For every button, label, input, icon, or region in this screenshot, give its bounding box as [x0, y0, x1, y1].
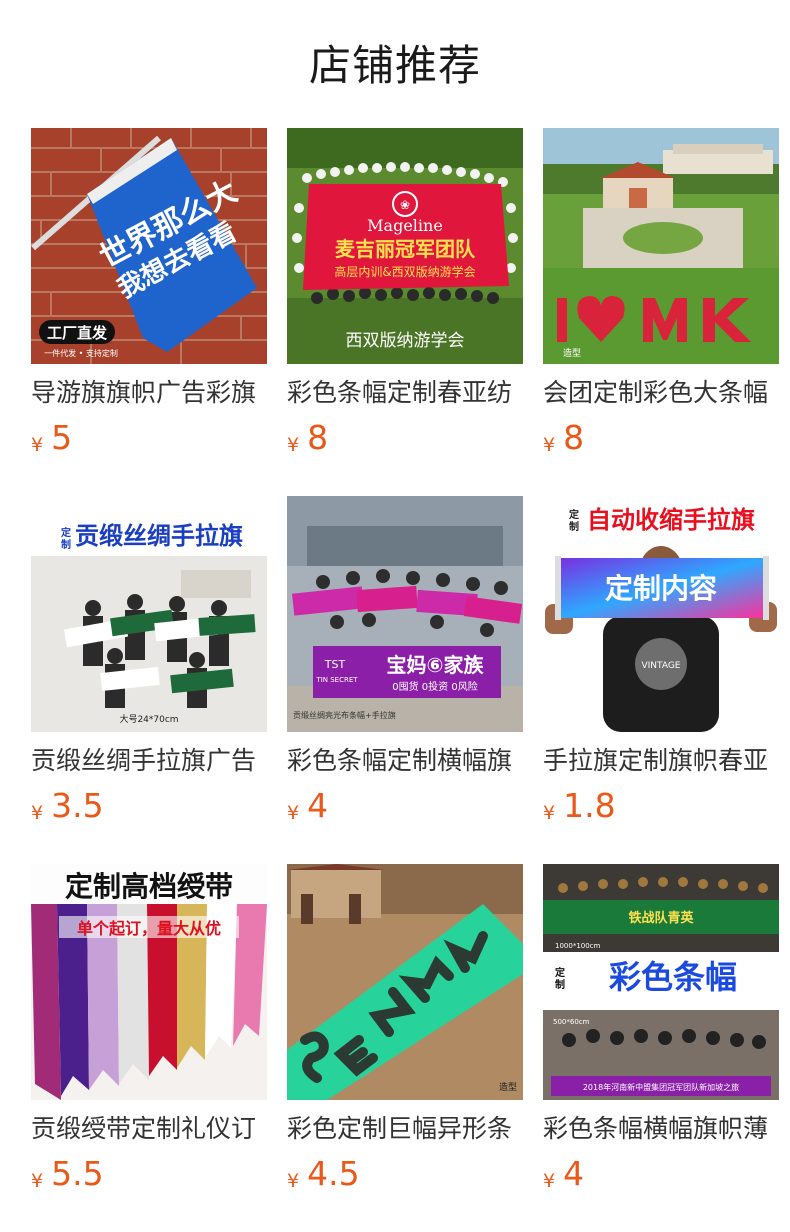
svg-text:定制内容: 定制内容 — [605, 572, 717, 605]
svg-text:高层内训&西双版纳游学会: 高层内训&西双版纳游学会 — [334, 264, 475, 279]
product-name[interactable]: 会团定制彩色大条幅 — [543, 375, 779, 411]
svg-text:自动收缩手拉旗: 自动收缩手拉旗 — [587, 506, 755, 534]
section-title: 店铺推荐 — [308, 41, 481, 90]
svg-text:麦吉丽冠军团队: 麦吉丽冠军团队 — [335, 237, 476, 261]
product-name[interactable]: 彩色条幅横幅旗帜薄 — [543, 1111, 779, 1147]
product-price: ¥8 — [287, 418, 328, 458]
product-name[interactable]: 手拉旗定制旗帜春亚 — [543, 743, 779, 779]
svg-text:制: 制 — [61, 538, 71, 551]
price-value: 8 — [307, 418, 329, 457]
svg-text:造型: 造型 — [563, 347, 581, 359]
product-image[interactable]: 定 制 自动收缩手拉旗 VINTAGE 定制内容 — [543, 496, 779, 732]
svg-text:0囤货 0投资 0风险: 0囤货 0投资 0风险 — [392, 680, 477, 693]
svg-text:贡缎丝绸亮光布条幅+手拉旗: 贡缎丝绸亮光布条幅+手拉旗 — [293, 710, 396, 720]
svg-text:一件代发 • 支持定制: 一件代发 • 支持定制 — [44, 348, 118, 358]
product-price: ¥4.5 — [287, 1154, 360, 1194]
svg-text:定: 定 — [61, 526, 71, 539]
price-value: 1.8 — [563, 786, 616, 825]
product-price: ¥3.5 — [31, 786, 104, 826]
product-card[interactable]: ❀ Mageline 麦吉丽冠军团队 高层内训&西双版纳游学会 西双版纳游学会 … — [287, 128, 523, 496]
svg-text:❀: ❀ — [400, 198, 410, 212]
product-name[interactable]: 彩色定制巨幅异形条 — [287, 1111, 523, 1147]
ceremonial-sash-image: 定制高档绶带 单个起订，量大从优 — [31, 864, 267, 1100]
svg-text:定: 定 — [555, 966, 565, 979]
currency-symbol: ¥ — [543, 1170, 556, 1192]
product-name[interactable]: 贡缎丝绸手拉旗广告 — [31, 743, 267, 779]
product-image[interactable]: TST TIN SECRET 宝妈⑥家族 0囤货 0投资 0风险 贡缎丝绸亮光布… — [287, 496, 523, 732]
price-value: 4 — [563, 1154, 585, 1193]
product-price: ¥1.8 — [543, 786, 616, 826]
product-card[interactable]: TST TIN SECRET 宝妈⑥家族 0囤货 0投资 0风险 贡缎丝绸亮光布… — [287, 496, 523, 864]
product-image[interactable]: ❀ Mageline 麦吉丽冠军团队 高层内训&西双版纳游学会 西双版纳游学会 — [287, 128, 523, 364]
product-card[interactable]: 世界那么大 我想去看看 工厂直发 一件代发 • 支持定制 导游旗旗帜广告彩旗 ¥… — [31, 128, 267, 496]
heart-formation-image: 造型 — [543, 128, 779, 364]
product-card[interactable]: 造型 彩色定制巨幅异形条 ¥4.5 — [287, 864, 523, 1232]
svg-text:工厂直发: 工厂直发 — [47, 324, 108, 342]
currency-symbol: ¥ — [31, 802, 44, 824]
product-image[interactable]: 造型 — [543, 128, 779, 364]
product-price: ¥8 — [543, 418, 584, 458]
product-price: ¥5 — [31, 418, 72, 458]
product-image[interactable]: 定制高档绶带 单个起订，量大从优 — [31, 864, 267, 1100]
svg-text:TIN SECRET: TIN SECRET — [315, 676, 358, 684]
price-value: 4 — [307, 786, 329, 825]
product-price: ¥4 — [543, 1154, 584, 1194]
svg-text:铁战队青英: 铁战队青英 — [627, 910, 694, 926]
svg-text:单个起订，量大从优: 单个起订，量大从优 — [77, 919, 221, 938]
product-name[interactable]: 彩色条幅定制春亚纺 — [287, 375, 523, 411]
currency-symbol: ¥ — [287, 1170, 300, 1192]
product-image[interactable]: 定 制 贡缎丝绸手拉旗 大号24*70cm — [31, 496, 267, 732]
product-card[interactable]: 定制高档绶带 单个起订，量大从优 贡缎绶带定制礼仪订 ¥5.5 — [31, 864, 267, 1232]
currency-symbol: ¥ — [543, 434, 556, 456]
svg-text:500*60cm: 500*60cm — [553, 1018, 590, 1026]
svg-text:彩色条幅: 彩色条幅 — [609, 958, 737, 996]
svg-text:制: 制 — [555, 978, 565, 991]
color-banner-collage-image: 铁战队青英 1000*100cm 定 制 彩色条幅 500*60cm 2018年… — [543, 864, 779, 1100]
price-value: 5.5 — [51, 1154, 104, 1193]
currency-symbol: ¥ — [31, 1170, 44, 1192]
price-value: 4.5 — [307, 1154, 360, 1193]
blue-flag-image: 世界那么大 我想去看看 工厂直发 一件代发 • 支持定制 — [31, 128, 267, 364]
svg-text:2018年河南新中盟集团冠军团队新加坡之旅: 2018年河南新中盟集团冠军团队新加坡之旅 — [583, 1082, 739, 1092]
svg-text:西双版纳游学会: 西双版纳游学会 — [346, 331, 465, 351]
product-grid: 世界那么大 我想去看看 工厂直发 一件代发 • 支持定制 导游旗旗帜广告彩旗 ¥… — [31, 128, 779, 1232]
red-banner-crowd-image: ❀ Mageline 麦吉丽冠军团队 高层内训&西双版纳游学会 西双版纳游学会 — [287, 128, 523, 364]
svg-text:VINTAGE: VINTAGE — [641, 661, 680, 671]
svg-text:定: 定 — [569, 508, 579, 521]
purple-banner-group-image: TST TIN SECRET 宝妈⑥家族 0囤货 0投资 0风险 贡缎丝绸亮光布… — [287, 496, 523, 732]
satin-flags-image: 定 制 贡缎丝绸手拉旗 大号24*70cm — [31, 496, 267, 732]
currency-symbol: ¥ — [287, 434, 300, 456]
product-card[interactable]: 定 制 自动收缩手拉旗 VINTAGE 定制内容 手拉旗定制旗帜春亚 ¥ 1.8 — [543, 496, 779, 864]
svg-text:贡缎丝绸手拉旗: 贡缎丝绸手拉旗 — [75, 522, 243, 550]
giant-letter-banner-image: 造型 — [287, 864, 523, 1100]
product-image[interactable]: 世界那么大 我想去看看 工厂直发 一件代发 • 支持定制 — [31, 128, 267, 364]
product-card[interactable]: 定 制 贡缎丝绸手拉旗 大号24*70cm 贡缎丝绸手拉旗广告 ¥ 3.5 — [31, 496, 267, 864]
product-name[interactable]: 彩色条幅定制横幅旗 — [287, 743, 523, 779]
price-value: 8 — [563, 418, 585, 457]
auto-retract-flag-image: 定 制 自动收缩手拉旗 VINTAGE 定制内容 — [543, 496, 779, 732]
currency-symbol: ¥ — [287, 802, 300, 824]
svg-text:宝妈⑥家族: 宝妈⑥家族 — [387, 653, 485, 677]
product-name[interactable]: 导游旗旗帜广告彩旗 — [31, 375, 267, 411]
product-name[interactable]: 贡缎绶带定制礼仪订 — [31, 1111, 267, 1147]
product-image[interactable]: 铁战队青英 1000*100cm 定 制 彩色条幅 500*60cm 2018年… — [543, 864, 779, 1100]
svg-text:Mageline: Mageline — [367, 216, 443, 235]
svg-text:定制高档绶带: 定制高档绶带 — [65, 870, 233, 903]
price-value: 3.5 — [51, 786, 104, 825]
product-price: ¥5.5 — [31, 1154, 104, 1194]
svg-text:制: 制 — [569, 520, 579, 533]
svg-text:1000*100cm: 1000*100cm — [555, 942, 601, 950]
currency-symbol: ¥ — [31, 434, 44, 456]
product-price: ¥4 — [287, 786, 328, 826]
currency-symbol: ¥ — [543, 802, 556, 824]
svg-text:TST: TST — [324, 658, 346, 671]
svg-text:造型: 造型 — [499, 1081, 517, 1093]
svg-text:大号24*70cm: 大号24*70cm — [119, 713, 178, 725]
product-card[interactable]: 造型 会团定制彩色大条幅 ¥8 — [543, 128, 779, 496]
product-card[interactable]: 铁战队青英 1000*100cm 定 制 彩色条幅 500*60cm 2018年… — [543, 864, 779, 1232]
price-value: 5 — [51, 418, 73, 457]
product-image[interactable]: 造型 — [287, 864, 523, 1100]
